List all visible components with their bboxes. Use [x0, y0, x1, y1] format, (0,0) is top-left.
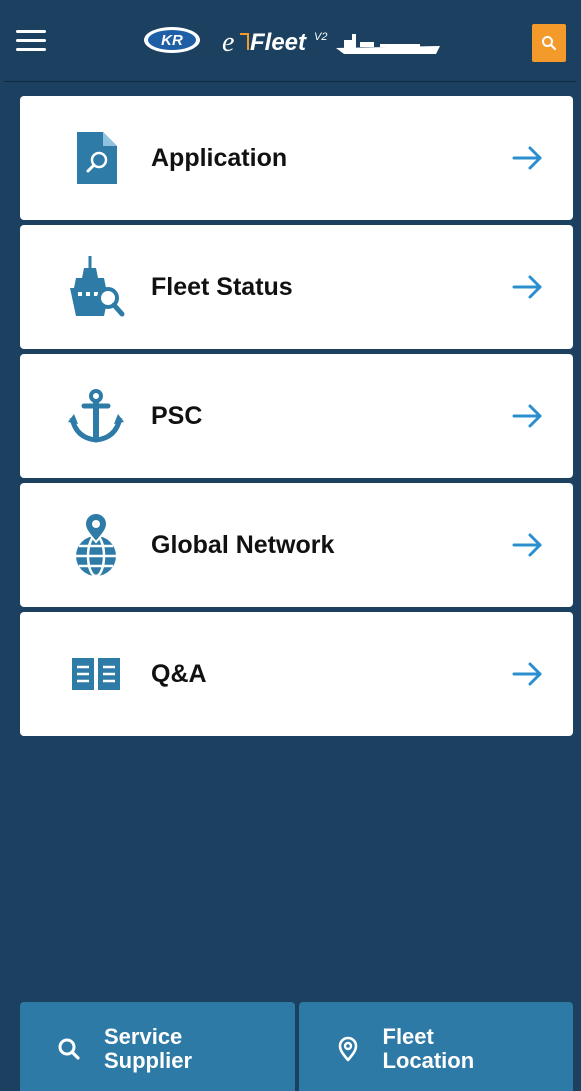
menu-item-label: Q&A [151, 659, 207, 688]
hamburger-line [16, 39, 46, 42]
menu-item-label: PSC [151, 401, 203, 430]
arrow-right-icon [512, 275, 542, 299]
fleet-location-button[interactable]: Fleet Location [298, 1002, 573, 1091]
fleet-location-label: Fleet Location [382, 1023, 475, 1073]
hamburger-menu-button[interactable] [16, 30, 46, 54]
hamburger-line [16, 30, 46, 33]
menu-item-label: Application [151, 143, 288, 172]
menu-item-application[interactable]: Application [20, 96, 573, 220]
arrow-right-icon [512, 146, 542, 170]
search-icon [542, 36, 557, 51]
menu-item-global-network[interactable]: Global Network [20, 483, 573, 607]
ship-search-icon [64, 255, 128, 319]
globe-pin-icon [64, 512, 128, 578]
logo-name-text: Fleet [250, 29, 307, 56]
document-search-icon [64, 126, 128, 190]
efleet-logo: KR e Fleet V2 [144, 27, 440, 58]
location-pin-icon [338, 1036, 357, 1061]
header-search-button[interactable] [532, 24, 566, 62]
logo-version-text: V2 [314, 31, 327, 43]
ship-silhouette-icon [336, 34, 440, 54]
service-supplier-button[interactable]: Service Supplier [20, 1002, 295, 1091]
menu-item-label: Global Network [151, 530, 335, 559]
menu-item-psc[interactable]: PSC [20, 354, 573, 478]
logo-badge-text: KR [161, 32, 183, 49]
arrow-right-icon [512, 404, 542, 428]
app-frame: KR e Fleet V2 Application Fleet Status P… [4, 4, 576, 1091]
arrow-right-icon [512, 662, 542, 686]
book-icon [64, 642, 128, 706]
bottom-action-bar: Service Supplier Fleet Location [20, 1002, 573, 1091]
menu-item-fleet-status[interactable]: Fleet Status [20, 225, 573, 349]
search-icon [58, 1038, 80, 1060]
menu-list: Application Fleet Status PSC Global Netw… [20, 96, 573, 741]
logo-prefix-text: e [222, 27, 234, 58]
service-supplier-label: Service Supplier [104, 1023, 193, 1073]
app-header: KR e Fleet V2 [4, 4, 576, 82]
arrow-right-icon [512, 533, 542, 557]
menu-item-label: Fleet Status [151, 272, 293, 301]
hamburger-line [16, 48, 46, 51]
anchor-icon [64, 384, 128, 448]
menu-item-qa[interactable]: Q&A [20, 612, 573, 736]
